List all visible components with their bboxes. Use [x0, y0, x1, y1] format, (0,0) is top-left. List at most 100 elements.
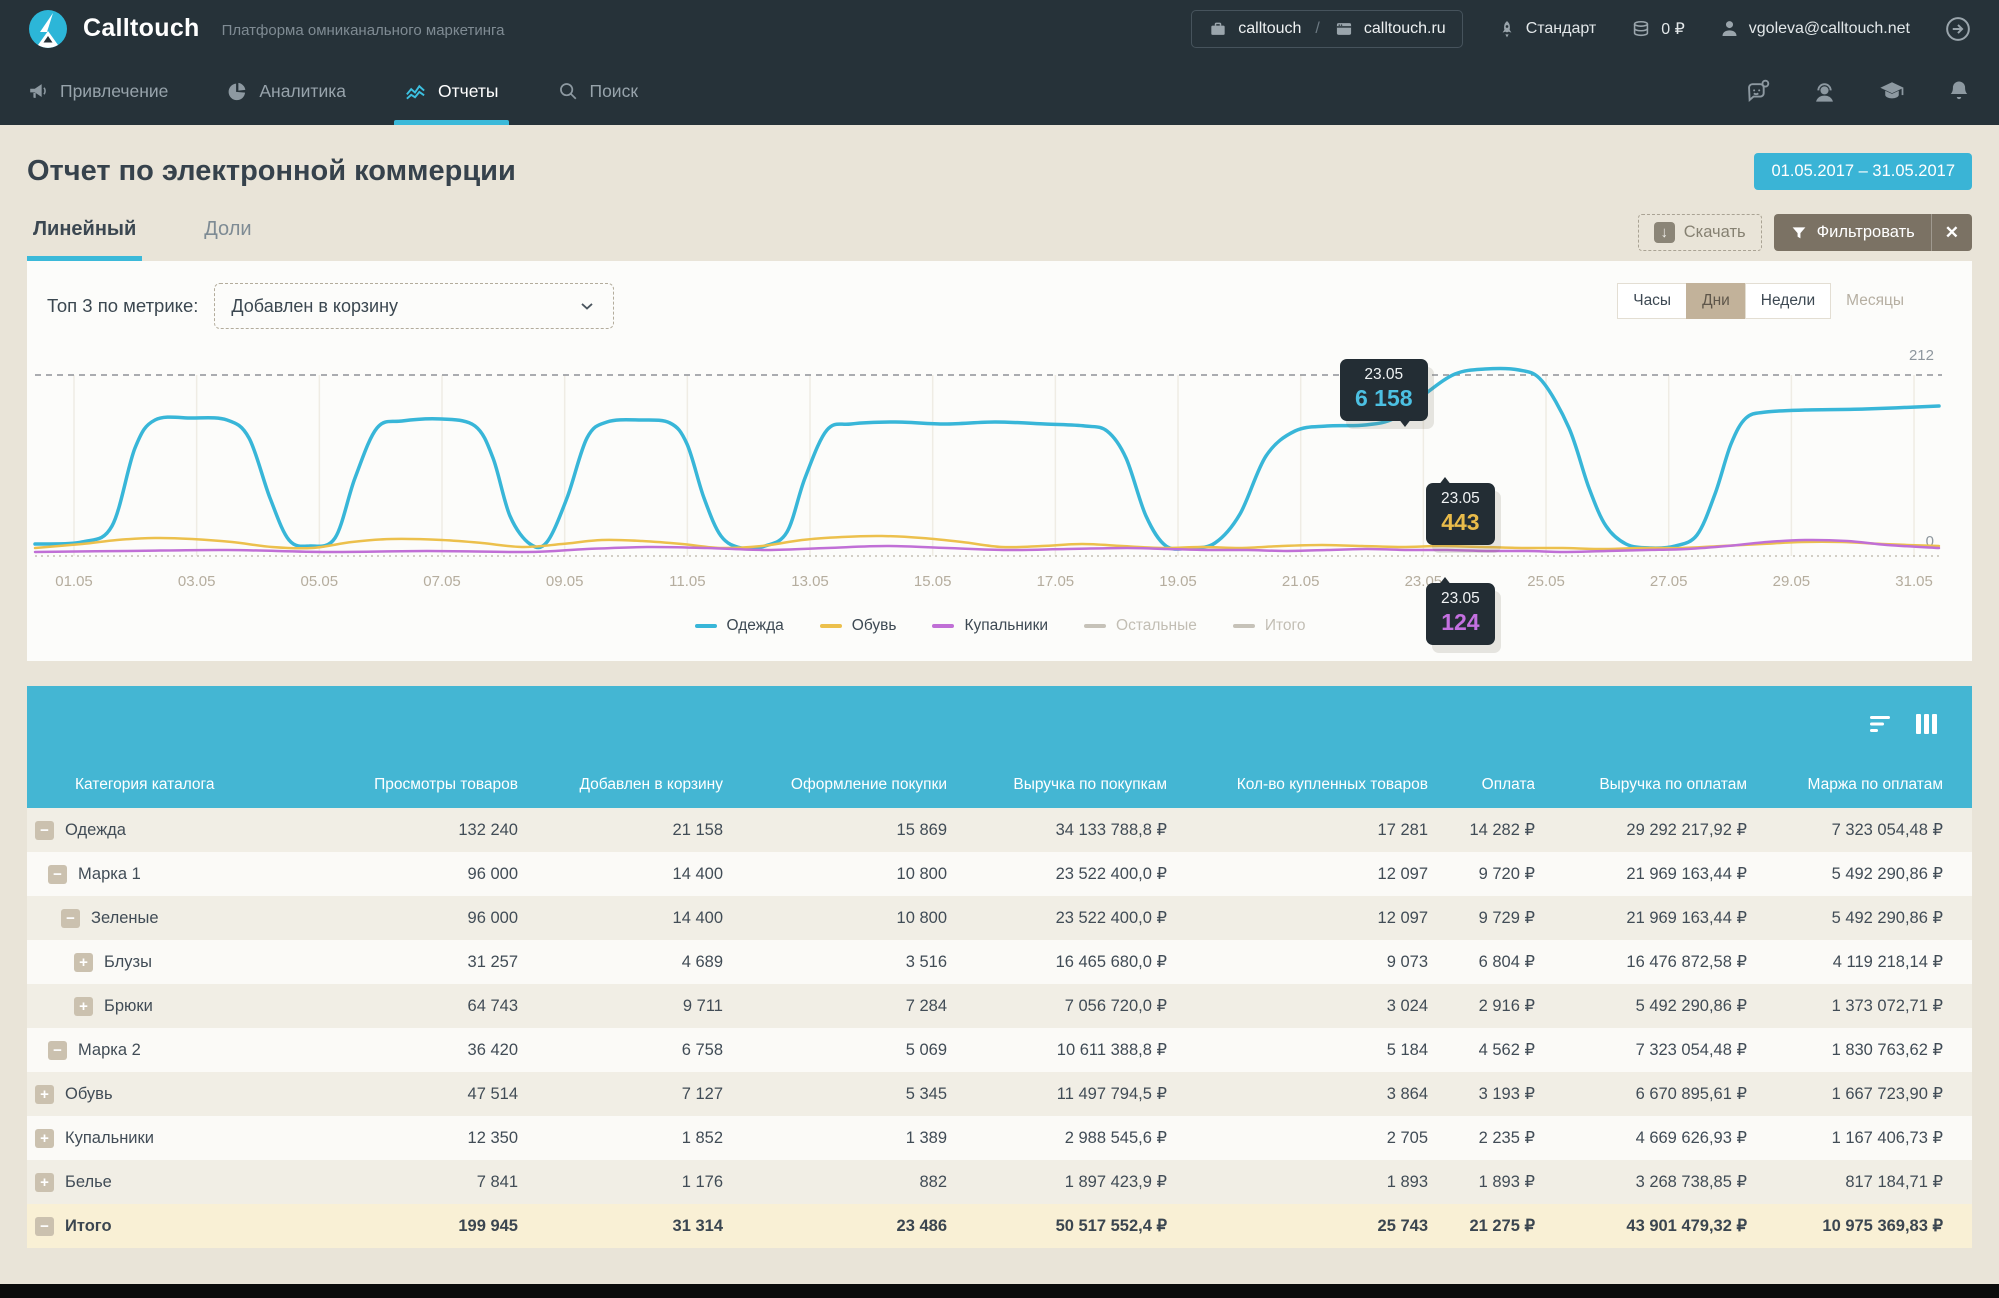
collapse-toggle[interactable]: −	[61, 909, 80, 928]
brand[interactable]: Calltouch	[27, 8, 200, 50]
table-header-cell-1[interactable]: Просмотры товаров	[327, 776, 518, 794]
expand-toggle[interactable]: +	[35, 1085, 54, 1104]
cell-3: 1 897 423,9 ₽	[947, 1172, 1167, 1192]
legend-item-1[interactable]: Обувь	[820, 617, 897, 635]
cell-0: 47 514	[327, 1085, 518, 1104]
legend-item-0[interactable]: Одежда	[695, 617, 784, 635]
x-tick-label: 01.05	[55, 573, 93, 590]
table-header-cell-6[interactable]: Оплата	[1428, 776, 1535, 794]
cell-2: 3 516	[723, 953, 947, 972]
x-tick-label: 17.05	[1037, 573, 1075, 590]
table-header-cell-0[interactable]: Категория каталога	[27, 776, 327, 794]
expand-toggle[interactable]: +	[74, 953, 93, 972]
date-range-badge[interactable]: 01.05.2017 – 31.05.2017	[1754, 153, 1972, 190]
cell-6: 6 670 895,61 ₽	[1535, 1084, 1747, 1104]
search-icon	[557, 80, 579, 102]
logout-icon[interactable]	[1944, 15, 1972, 43]
x-tick-label: 05.05	[301, 573, 339, 590]
nav-label: Поиск	[590, 81, 639, 102]
table-header-cell-4[interactable]: Выручка по покупкам	[947, 776, 1167, 794]
notifications-icon[interactable]	[1946, 78, 1972, 104]
filter-close-button[interactable]: ✕	[1931, 214, 1972, 251]
cell-4: 12 097	[1167, 865, 1428, 884]
collapse-toggle[interactable]: −	[48, 865, 67, 884]
filter-button[interactable]: Фильтровать ✕	[1774, 214, 1972, 251]
rocket-icon	[1497, 19, 1517, 39]
user-menu[interactable]: vgoleva@calltouch.net	[1719, 18, 1910, 39]
period-button-1[interactable]: Дни	[1686, 283, 1746, 319]
legend-item-3[interactable]: Остальные	[1084, 617, 1197, 635]
period-button-2[interactable]: Недели	[1745, 283, 1831, 319]
cell-7: 5 492 290,86 ₽	[1747, 864, 1943, 884]
collapse-toggle[interactable]: −	[35, 821, 54, 840]
nav-item-poisk[interactable]: Поиск	[557, 57, 639, 125]
legend-item-2[interactable]: Купальники	[932, 617, 1048, 635]
legend-swatch	[1084, 624, 1106, 628]
plan-menu[interactable]: Стандарт	[1497, 19, 1597, 39]
table-header-cell-8[interactable]: Маржа по оплатам	[1747, 776, 1943, 794]
cell-1: 14 400	[518, 865, 723, 884]
x-tick-label: 19.05	[1159, 573, 1197, 590]
legend-swatch	[820, 624, 842, 628]
category-label: Купальники	[65, 1129, 154, 1148]
line-chart	[27, 356, 1973, 566]
cell-4: 3 024	[1167, 997, 1428, 1016]
legend-swatch	[1233, 624, 1255, 628]
top-header: Calltouch Платформа омниканального марке…	[0, 0, 1999, 125]
cell-7: 1 167 406,73 ₽	[1747, 1128, 1943, 1148]
account-switcher[interactable]: calltouch / calltouch.ru	[1191, 10, 1462, 48]
collapse-toggle[interactable]: −	[35, 1217, 54, 1236]
tab-lineynyy[interactable]: Линейный	[27, 218, 142, 261]
cell-5: 2 916 ₽	[1428, 996, 1535, 1016]
category-label: Марка 2	[78, 1041, 141, 1060]
table-header-cell-7[interactable]: Выручка по оплатам	[1535, 776, 1747, 794]
cell-0: 199 945	[327, 1217, 518, 1236]
category-label: Блузы	[104, 953, 152, 972]
metric-dropdown-value: Добавлен в корзину	[231, 296, 398, 317]
table-header-cell-5[interactable]: Кол-во купленных товаров	[1167, 776, 1428, 794]
table-header-cell-2[interactable]: Добавлен в корзину	[518, 776, 723, 794]
category-label: Зеленые	[91, 909, 159, 928]
cell-7: 1 830 763,62 ₽	[1747, 1040, 1943, 1060]
expand-toggle[interactable]: +	[74, 997, 93, 1016]
nav-item-privlechenie[interactable]: Привлечение	[27, 57, 168, 125]
cell-4: 17 281	[1167, 821, 1428, 840]
cell-5: 6 804 ₽	[1428, 952, 1535, 972]
nav-item-analitika[interactable]: Аналитика	[226, 57, 346, 125]
support-icon[interactable]	[1811, 78, 1838, 105]
cell-5: 9 729 ₽	[1428, 908, 1535, 928]
funnel-icon	[1790, 224, 1808, 242]
table-row-Одежда: −Одежда132 24021 15815 86934 133 788,8 ₽…	[27, 808, 1972, 852]
cell-1: 4 689	[518, 953, 723, 972]
download-button[interactable]: ↓ Скачать	[1638, 214, 1762, 251]
x-tick-label: 09.05	[546, 573, 584, 590]
nav-item-otchety[interactable]: Отчеты	[404, 57, 499, 125]
table-columns-icon[interactable]	[1914, 712, 1940, 736]
education-icon[interactable]	[1878, 77, 1906, 105]
cell-7: 7 323 054,48 ₽	[1747, 820, 1943, 840]
expand-toggle[interactable]: +	[35, 1129, 54, 1148]
chatbot-icon[interactable]	[1744, 78, 1771, 105]
coins-icon	[1630, 18, 1652, 40]
cell-7: 10 975 369,83 ₽	[1747, 1216, 1943, 1236]
cell-2: 882	[723, 1173, 947, 1192]
table-header-row: Категория каталогаПросмотры товаровДобав…	[27, 762, 1972, 808]
collapse-toggle[interactable]: −	[48, 1041, 67, 1060]
balance[interactable]: 0 ₽	[1630, 18, 1685, 40]
legend-item-4[interactable]: Итого	[1233, 617, 1306, 635]
table-header-cell-3[interactable]: Оформление покупки	[723, 776, 947, 794]
category-label: Итого	[65, 1217, 112, 1236]
cell-5: 21 275 ₽	[1428, 1216, 1535, 1236]
table-filter-icon[interactable]	[1868, 712, 1894, 736]
cell-5: 3 193 ₽	[1428, 1084, 1535, 1104]
expand-toggle[interactable]: +	[35, 1173, 54, 1192]
metric-dropdown[interactable]: Добавлен в корзину	[214, 283, 614, 329]
tab-doli[interactable]: Доли	[198, 218, 257, 261]
tooltip-date: 23.05	[1355, 366, 1413, 384]
download-icon: ↓	[1654, 222, 1675, 243]
cell-2: 5 069	[723, 1041, 947, 1060]
cell-1: 31 314	[518, 1217, 723, 1236]
period-button-0[interactable]: Часы	[1617, 283, 1687, 319]
x-tick-label: 11.05	[669, 573, 705, 590]
briefcase-icon	[1208, 19, 1228, 39]
